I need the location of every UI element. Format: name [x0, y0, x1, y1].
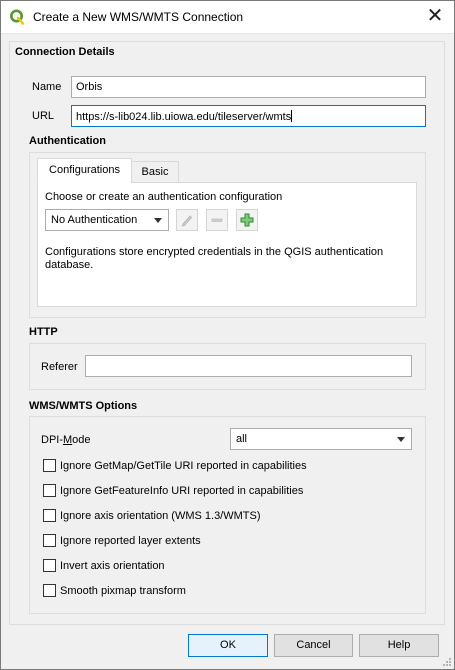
remove-minus-icon	[211, 218, 223, 222]
dpi-mode-label-pre: DPI-	[41, 434, 63, 446]
url-label: URL	[32, 110, 55, 122]
invert-axis-orientation-checkbox[interactable]	[43, 559, 56, 572]
auth-info-line-1: Configurations store encrypted credentia…	[45, 246, 384, 258]
tab-basic-label: Basic	[141, 166, 169, 178]
smooth-pixmap-checkbox[interactable]	[43, 584, 56, 597]
tab-configurations[interactable]: Configurations	[37, 158, 132, 183]
help-button-label: Help	[387, 639, 411, 651]
ok-button[interactable]: OK	[188, 634, 268, 657]
edit-pencil-icon	[181, 215, 193, 227]
authentication-title: Authentication	[29, 135, 106, 147]
help-button[interactable]: Help	[359, 634, 439, 657]
http-title: HTTP	[29, 326, 58, 338]
referer-input[interactable]	[85, 355, 412, 377]
ok-button-label: OK	[220, 639, 236, 651]
window-title: Create a New WMS/WMTS Connection	[33, 10, 244, 24]
wms-options-title: WMS/WMTS Options	[29, 400, 138, 412]
ignore-axis-orientation-checkbox[interactable]	[43, 509, 56, 522]
dpi-mode-select[interactable]: all	[230, 428, 412, 450]
url-input-value: https://s-lib024.lib.uiowa.edu/tileserve…	[76, 111, 292, 123]
tab-basic[interactable]: Basic	[131, 161, 179, 183]
text-caret	[291, 110, 293, 122]
auth-config-select-value: No Authentication	[51, 214, 138, 226]
ignore-axis-orientation-label: Ignore axis orientation (WMS 1.3/WMTS)	[60, 510, 261, 522]
tab-configurations-label: Configurations	[49, 164, 120, 176]
cancel-button-label: Cancel	[296, 639, 331, 651]
smooth-pixmap-label: Smooth pixmap transform	[60, 585, 186, 597]
referer-label: Referer	[41, 361, 78, 373]
ignore-layer-extents-label: Ignore reported layer extents	[60, 535, 201, 547]
close-icon: ✕	[426, 5, 444, 27]
edit-config-button[interactable]	[176, 209, 198, 231]
dpi-mode-select-value: all	[236, 433, 248, 445]
remove-config-button[interactable]	[206, 209, 228, 231]
auth-config-select[interactable]: No Authentication	[45, 209, 169, 231]
dpi-mode-label: DPI-Mode	[41, 434, 91, 446]
chevron-down-icon	[154, 218, 162, 223]
close-button[interactable]: ✕	[415, 0, 455, 34]
cancel-button[interactable]: Cancel	[274, 634, 353, 657]
ignore-getfeatureinfo-uri-label: Ignore GetFeatureInfo URI reported in ca…	[60, 485, 304, 497]
dpi-mode-label-mnemonic: M	[63, 434, 73, 446]
add-plus-icon	[240, 213, 254, 227]
name-input[interactable]: Orbis	[71, 76, 426, 98]
title-bar[interactable]: Create a New WMS/WMTS Connection ✕	[0, 0, 455, 34]
ignore-layer-extents-checkbox[interactable]	[43, 534, 56, 547]
invert-axis-orientation-label: Invert axis orientation	[60, 560, 165, 572]
qgis-logo-icon	[10, 9, 25, 25]
ignore-getmap-uri-label: Ignore GetMap/GetTile URI reported in ca…	[60, 460, 307, 472]
dpi-mode-label-post: ode	[72, 434, 91, 446]
choose-config-text: Choose or create an authentication confi…	[45, 191, 283, 203]
auth-info-line-2: database.	[45, 259, 94, 271]
add-config-button[interactable]	[236, 209, 258, 231]
ignore-getmap-uri-checkbox[interactable]	[43, 459, 56, 472]
resize-grip-icon[interactable]	[442, 657, 452, 667]
name-input-value: Orbis	[76, 81, 103, 93]
connection-details-title: Connection Details	[15, 46, 115, 58]
url-input[interactable]: https://s-lib024.lib.uiowa.edu/tileserve…	[71, 105, 426, 127]
chevron-down-icon	[397, 437, 405, 442]
name-label: Name	[32, 81, 62, 93]
ignore-getfeatureinfo-uri-checkbox[interactable]	[43, 484, 56, 497]
